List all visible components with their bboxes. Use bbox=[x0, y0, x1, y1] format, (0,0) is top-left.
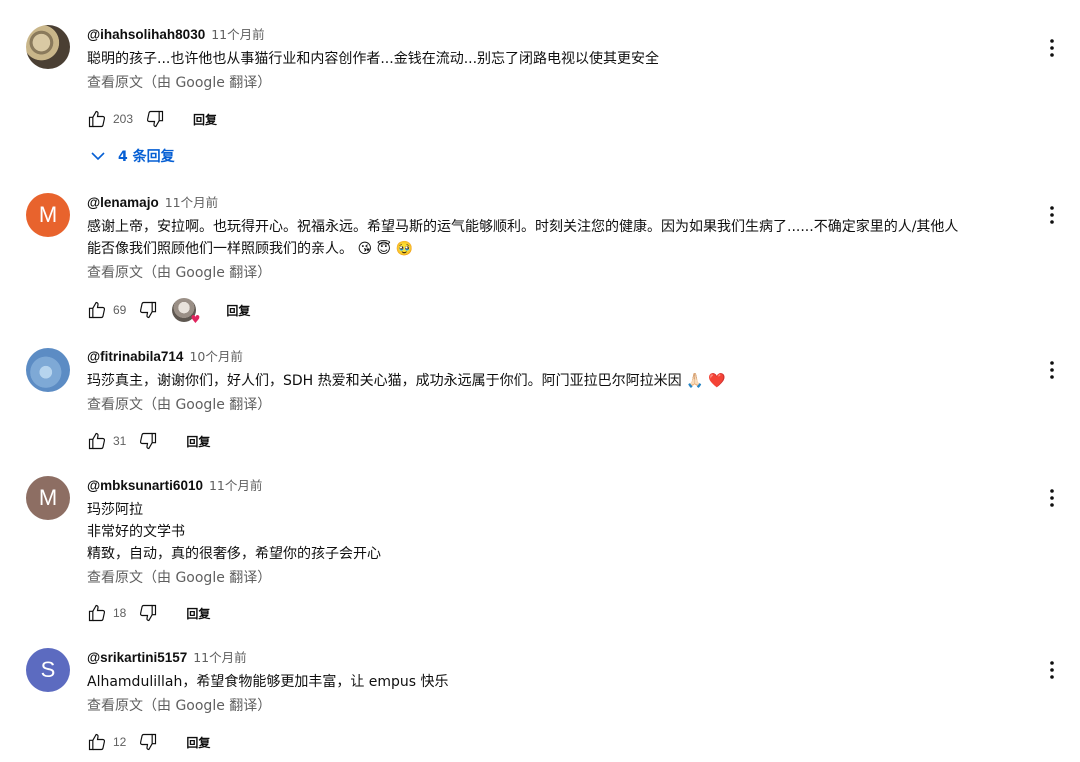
heart-icon: ♥ bbox=[190, 313, 201, 326]
view-original-link[interactable]: 查看原文（由 Google 翻译） bbox=[87, 695, 1020, 717]
more-vert-icon bbox=[1050, 489, 1054, 507]
avatar[interactable] bbox=[26, 348, 70, 392]
more-actions-button[interactable] bbox=[1040, 658, 1064, 682]
view-original-link[interactable]: 查看原文（由 Google 翻译） bbox=[87, 394, 1020, 416]
more-vert-icon bbox=[1050, 361, 1054, 379]
like-count: 69 bbox=[113, 303, 127, 317]
comment-actions: 31 回复 bbox=[87, 429, 210, 453]
more-vert-icon bbox=[1050, 206, 1054, 224]
comment-header: @mbksunarti6010 11个月前 bbox=[87, 477, 1020, 495]
dislike-button[interactable] bbox=[138, 300, 158, 320]
comment-actions: 203 回复 bbox=[87, 107, 217, 131]
more-vert-icon bbox=[1050, 661, 1054, 679]
like-count: 18 bbox=[113, 606, 127, 620]
like-button[interactable] bbox=[87, 300, 107, 320]
reply-button[interactable]: 回复 bbox=[226, 302, 250, 319]
reply-button[interactable]: 回复 bbox=[186, 433, 210, 450]
dislike-button[interactable] bbox=[138, 431, 158, 451]
thumbs-down-icon bbox=[140, 733, 157, 751]
view-replies-button[interactable]: 4 条回复 bbox=[90, 145, 175, 167]
thumbs-down-icon bbox=[140, 604, 157, 622]
dislike-button[interactable] bbox=[145, 109, 165, 129]
avatar[interactable] bbox=[26, 25, 70, 69]
like-button[interactable] bbox=[87, 431, 107, 451]
avatar-letter: S bbox=[40, 657, 56, 682]
thumbs-up-icon bbox=[88, 733, 106, 751]
timestamp[interactable]: 11个月前 bbox=[211, 27, 264, 42]
avatar-letter: M bbox=[38, 202, 58, 227]
comment-header: @lenamajo 11个月前 bbox=[87, 194, 1020, 212]
thumbs-up-icon bbox=[88, 604, 106, 622]
author-name[interactable]: @srikartini5157 bbox=[87, 650, 187, 665]
like-button[interactable] bbox=[87, 109, 107, 129]
author-name[interactable]: @fitrinabila714 bbox=[87, 349, 183, 364]
comment-header: @fitrinabila714 10个月前 bbox=[87, 348, 1020, 366]
timestamp[interactable]: 10个月前 bbox=[189, 349, 242, 364]
view-original-link[interactable]: 查看原文（由 Google 翻译） bbox=[87, 262, 1020, 284]
avatar-letter: M bbox=[38, 485, 58, 510]
like-count: 203 bbox=[113, 112, 134, 126]
author-name[interactable]: @mbksunarti6010 bbox=[87, 478, 203, 493]
more-actions-button[interactable] bbox=[1040, 358, 1064, 382]
comment-text: Alhamdulillah，希望食物能够更加丰富，让 empus 快乐 bbox=[87, 674, 449, 690]
author-name[interactable]: @ihahsolihah8030 bbox=[87, 27, 205, 42]
like-button[interactable] bbox=[87, 732, 107, 752]
view-original-link[interactable]: 查看原文（由 Google 翻译） bbox=[87, 567, 1020, 589]
thumbs-down-icon bbox=[140, 301, 157, 319]
view-original-link[interactable]: 查看原文（由 Google 翻译） bbox=[87, 72, 1020, 94]
comment-text: 聪明的孩子...也许他也从事猫行业和内容创作者...金钱在流动...别忘了闭路电… bbox=[87, 51, 660, 67]
comment-actions: 18 回复 bbox=[87, 601, 210, 625]
avatar[interactable]: M bbox=[26, 193, 70, 237]
dislike-button[interactable] bbox=[138, 603, 158, 623]
reply-button[interactable]: 回复 bbox=[186, 605, 210, 622]
reply-button[interactable]: 回复 bbox=[186, 734, 210, 751]
dislike-button[interactable] bbox=[138, 732, 158, 752]
thumbs-up-icon bbox=[88, 301, 106, 319]
comment-actions: 12 回复 bbox=[87, 730, 210, 754]
replies-count: 4 条回复 bbox=[118, 149, 175, 165]
avatar[interactable]: M bbox=[26, 476, 70, 520]
timestamp[interactable]: 11个月前 bbox=[165, 195, 218, 210]
thumbs-down-icon bbox=[140, 432, 157, 450]
thumbs-up-icon bbox=[88, 432, 106, 450]
more-actions-button[interactable] bbox=[1040, 203, 1064, 227]
chevron-down-icon bbox=[91, 152, 105, 161]
comment-text: 感谢上帝，安拉啊。也玩得开心。祝福永远。希望马斯的运气能够顺利。时刻关注您的健康… bbox=[87, 219, 959, 257]
comment-actions: 69 ♥ 回复 bbox=[87, 298, 250, 325]
comment-header: @ihahsolihah8030 11个月前 bbox=[87, 26, 1020, 44]
comment-text: 玛莎阿拉 非常好的文学书 精致，自动，真的很奢侈，希望你的孩子会开心 bbox=[87, 502, 381, 562]
author-name[interactable]: @lenamajo bbox=[87, 195, 159, 210]
more-actions-button[interactable] bbox=[1040, 486, 1064, 510]
more-vert-icon bbox=[1050, 39, 1054, 57]
timestamp[interactable]: 11个月前 bbox=[193, 650, 246, 665]
avatar[interactable]: S bbox=[26, 648, 70, 692]
creator-heart-avatar: ♥ bbox=[172, 298, 200, 325]
timestamp[interactable]: 11个月前 bbox=[209, 478, 262, 493]
like-button[interactable] bbox=[87, 603, 107, 623]
comment-text: 玛莎真主，谢谢你们，好人们，SDH 热爱和关心猫，成功永远属于你们。阿门亚拉巴尔… bbox=[87, 373, 726, 389]
like-count: 31 bbox=[113, 434, 127, 448]
thumbs-up-icon bbox=[88, 110, 106, 128]
like-count: 12 bbox=[113, 735, 127, 749]
thumbs-down-icon bbox=[146, 110, 164, 128]
reply-button[interactable]: 回复 bbox=[193, 111, 217, 128]
more-actions-button[interactable] bbox=[1040, 36, 1064, 60]
comment-header: @srikartini5157 11个月前 bbox=[87, 649, 1020, 667]
